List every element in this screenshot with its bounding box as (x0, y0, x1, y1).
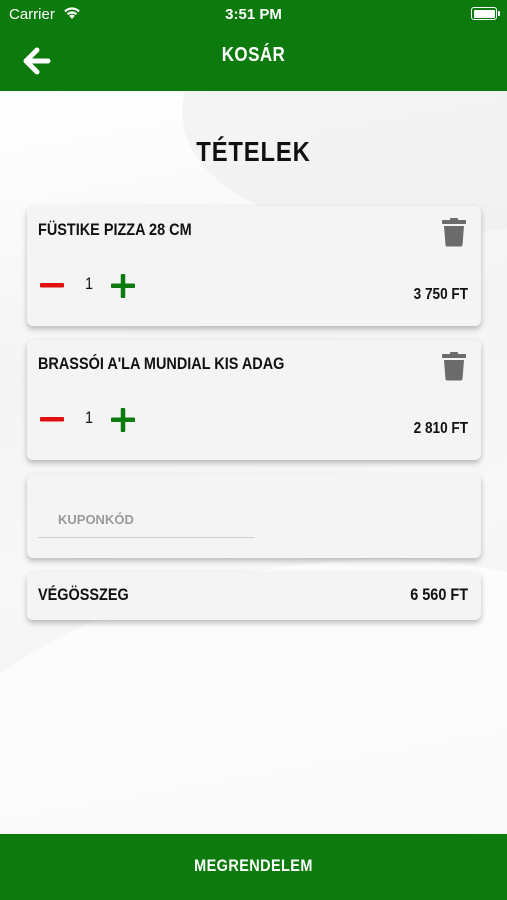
app-header: Carrier 3:51 PM KOSÁR (0, 0, 507, 91)
minus-icon (40, 283, 64, 288)
cart-item: BRASSÓI A'LA MUNDIAL KIS ADAG 1 2 810 FT (27, 340, 481, 460)
coupon-code-input[interactable] (38, 502, 255, 538)
decrease-quantity-button[interactable] (39, 273, 65, 297)
quantity-value: 1 (84, 408, 94, 427)
delete-item-button[interactable] (442, 217, 466, 247)
plus-icon (111, 408, 135, 432)
plus-icon (111, 274, 135, 298)
increase-quantity-button[interactable] (110, 407, 136, 433)
quantity-value: 1 (84, 274, 94, 293)
cart-item-name: FÜSTIKE PIZZA 28 CM (38, 220, 192, 239)
order-button-label: MEGRENDELEM (194, 856, 313, 875)
total-card: VÉGÖSSZEG 6 560 FT (27, 572, 481, 620)
total-label: VÉGÖSSZEG (38, 585, 129, 604)
item-price: 2 810 FT (413, 420, 468, 437)
total-value: 6 560 FT (410, 585, 468, 604)
trash-icon (442, 218, 466, 247)
coupon-card (27, 474, 481, 558)
delete-item-button[interactable] (442, 351, 466, 381)
status-time: 3:51 PM (225, 6, 282, 23)
background (0, 91, 507, 834)
items-heading: TÉTELEK (196, 136, 311, 167)
trash-icon (442, 352, 466, 381)
status-bar: Carrier 3:51 PM (0, 0, 507, 28)
decrease-quantity-button[interactable] (39, 407, 65, 431)
order-button[interactable]: MEGRENDELEM (0, 834, 507, 900)
minus-icon (40, 417, 64, 422)
increase-quantity-button[interactable] (110, 273, 136, 299)
item-price: 3 750 FT (413, 286, 468, 303)
cart-item: FÜSTIKE PIZZA 28 CM 1 3 750 FT (27, 206, 481, 326)
page-title: KOSÁR (221, 44, 286, 66)
battery-icon (471, 7, 500, 20)
cart-item-name: BRASSÓI A'LA MUNDIAL KIS ADAG (38, 354, 285, 373)
